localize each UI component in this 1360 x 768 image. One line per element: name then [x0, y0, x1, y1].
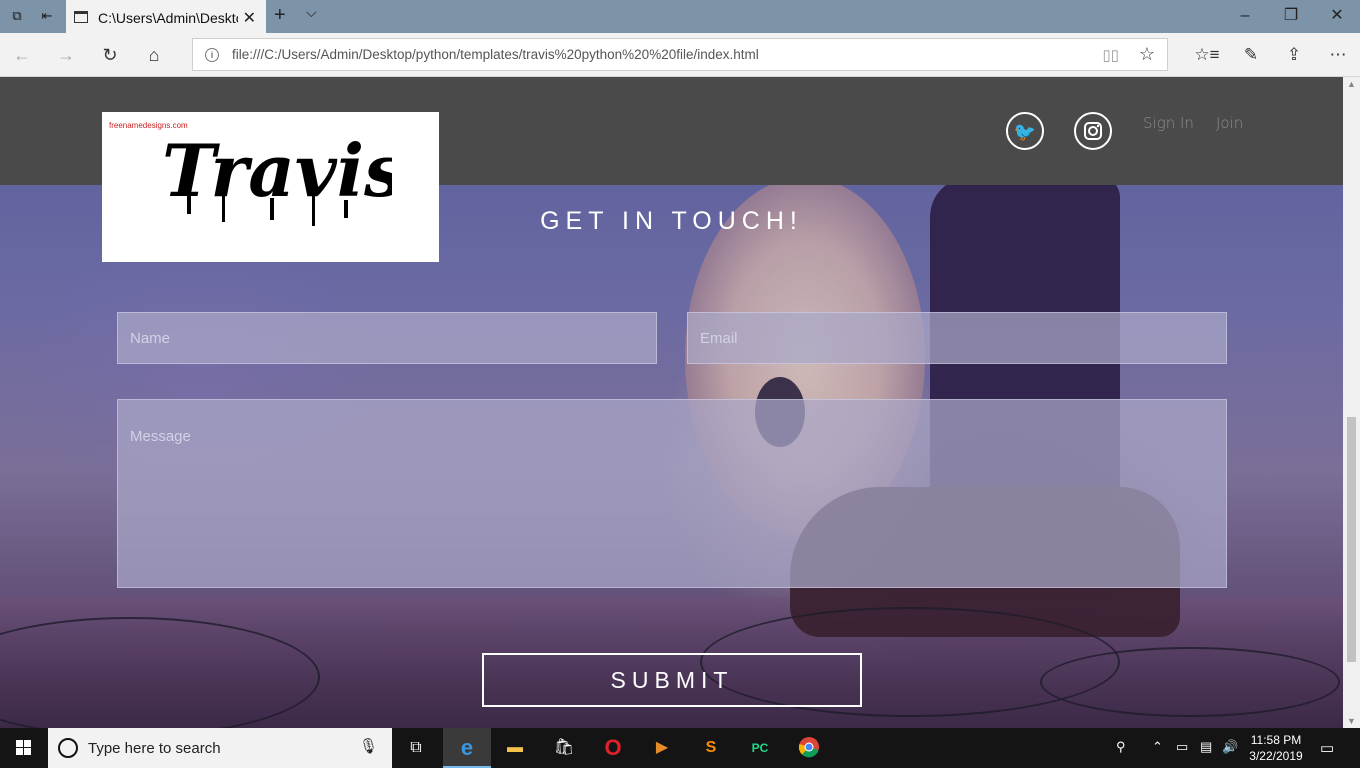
- twitter-icon[interactable]: 🐦: [1006, 112, 1044, 150]
- windows-logo-icon: [16, 740, 31, 755]
- scroll-up-icon[interactable]: ▲: [1343, 77, 1360, 91]
- taskbar-search-box[interactable]: Type here to search 🎙: [48, 728, 392, 768]
- search-placeholder: Type here to search: [88, 740, 221, 757]
- tab-title: C:\Users\Admin\Deskto: [98, 10, 238, 26]
- reading-view-icon[interactable]: ▯▯: [1102, 46, 1119, 64]
- pycharm-icon[interactable]: PC: [748, 736, 772, 760]
- close-window-icon[interactable]: ✕: [1314, 4, 1360, 28]
- chrome-icon[interactable]: [797, 736, 821, 760]
- favorite-star-icon[interactable]: ☆: [1139, 44, 1155, 65]
- scroll-down-icon[interactable]: ▼: [1343, 714, 1360, 728]
- task-view-icon[interactable]: ⧉: [404, 736, 428, 760]
- microphone-icon[interactable]: 🎙: [359, 737, 378, 755]
- pen-notes-icon[interactable]: ✎: [1238, 42, 1264, 68]
- site-info-icon[interactable]: i: [205, 48, 219, 62]
- back-icon[interactable]: ←: [10, 43, 34, 67]
- browser-tab-strip: ⧉ ⇤ C:\Users\Admin\Deskto ✕ + ⌵ – ❐ ✕: [0, 0, 1360, 33]
- clock-time: 11:58 PM: [1250, 733, 1302, 747]
- battery-icon[interactable]: ▭: [1176, 739, 1188, 755]
- address-text[interactable]: file:///C:/Users/Admin/Desktop/python/te…: [232, 47, 759, 62]
- instagram-icon[interactable]: [1074, 112, 1112, 150]
- people-icon[interactable]: ⚲: [1116, 739, 1126, 755]
- system-clock[interactable]: 11:58 PM 3/22/2019: [1240, 732, 1312, 764]
- site-logo[interactable]: freenamedesigns.com Travis: [102, 112, 439, 262]
- tab-sets-icon[interactable]: ⧉: [8, 7, 26, 25]
- opera-icon[interactable]: O: [601, 736, 625, 760]
- show-hidden-icons-chevron-icon[interactable]: ⌃: [1152, 739, 1163, 755]
- page-icon: [74, 11, 88, 23]
- home-icon[interactable]: ⌂: [142, 43, 166, 67]
- background-cable: [1040, 647, 1340, 717]
- clock-date: 3/22/2019: [1249, 749, 1303, 763]
- restore-icon[interactable]: ❐: [1268, 4, 1314, 28]
- scroll-thumb[interactable]: [1347, 417, 1356, 662]
- more-icon[interactable]: ⋯: [1325, 42, 1351, 68]
- message-textarea[interactable]: [117, 399, 1227, 588]
- browser-nav-bar: ← → ↻ ⌂ i file:///C:/Users/Admin/Desktop…: [0, 33, 1360, 77]
- file-explorer-icon[interactable]: ▬: [503, 736, 527, 760]
- media-player-icon[interactable]: ▶: [650, 736, 674, 760]
- refresh-icon[interactable]: ↻: [98, 43, 122, 67]
- volume-icon[interactable]: 🔊: [1222, 739, 1238, 755]
- join-link[interactable]: Join: [1216, 114, 1243, 132]
- submit-button[interactable]: SUBMIT: [482, 653, 862, 707]
- minimize-icon[interactable]: –: [1222, 4, 1268, 28]
- start-button[interactable]: [0, 728, 48, 768]
- address-bar[interactable]: i file:///C:/Users/Admin/Desktop/python/…: [192, 38, 1168, 71]
- network-icon[interactable]: ▤: [1200, 739, 1212, 755]
- action-center-icon[interactable]: ▭: [1320, 739, 1334, 757]
- edge-icon[interactable]: e: [455, 736, 479, 760]
- tab-preview-chevron-icon[interactable]: ⌵: [306, 4, 317, 21]
- page-viewport: 🐦 Sign In Join freenamedesigns.com Travi…: [0, 77, 1343, 728]
- windows-taskbar: Type here to search 🎙 ⧉ e ▬ 🛍 O ▶ S PC ⚲…: [0, 728, 1360, 768]
- name-input[interactable]: [117, 312, 657, 364]
- browser-tab-active[interactable]: C:\Users\Admin\Deskto ✕: [66, 0, 266, 33]
- tabs-aside-icon[interactable]: ⇤: [38, 7, 56, 25]
- new-tab-icon[interactable]: +: [274, 4, 286, 27]
- sublime-text-icon[interactable]: S: [699, 736, 723, 760]
- logo-wordmark: Travis: [162, 128, 392, 226]
- email-input[interactable]: [687, 312, 1227, 364]
- cortana-icon[interactable]: [58, 738, 78, 758]
- share-icon[interactable]: ⇪: [1281, 42, 1307, 68]
- logo-wordmark-text: Travis: [162, 128, 392, 213]
- close-tab-icon[interactable]: ✕: [243, 8, 256, 28]
- sign-in-link[interactable]: Sign In: [1143, 114, 1194, 132]
- page-scrollbar[interactable]: ▲ ▼: [1343, 77, 1360, 728]
- store-icon[interactable]: 🛍: [552, 736, 576, 760]
- forward-icon[interactable]: →: [54, 43, 78, 67]
- favorites-hub-icon[interactable]: ☆≡: [1194, 42, 1220, 68]
